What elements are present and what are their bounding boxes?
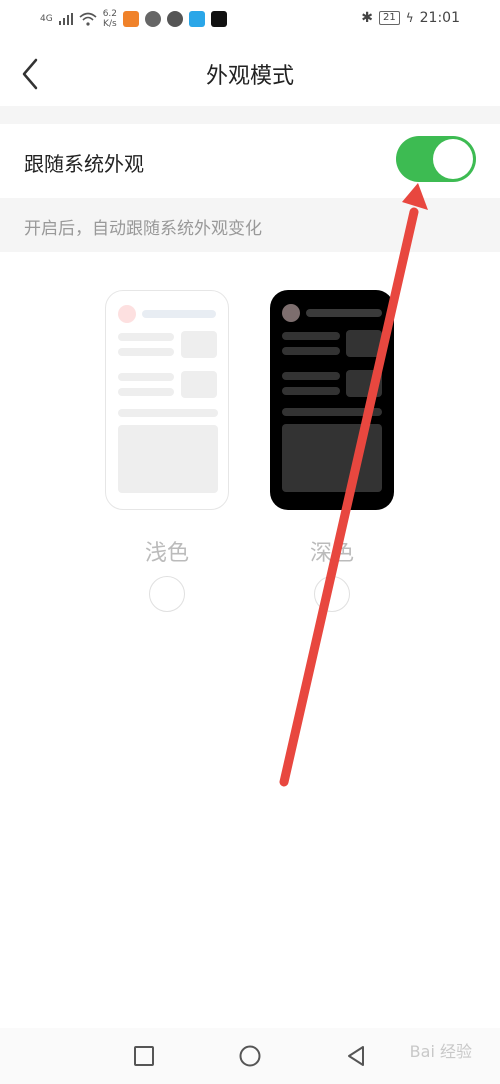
clock: 21:01 bbox=[419, 10, 460, 26]
page-header: 外观模式 bbox=[0, 40, 500, 106]
network-speed: 6.2 K/s bbox=[102, 9, 118, 29]
dark-theme-label: 深色 bbox=[309, 541, 354, 566]
light-theme-label: 浅色 bbox=[144, 541, 189, 566]
preview-thumb bbox=[346, 370, 382, 397]
square-icon bbox=[134, 1046, 154, 1066]
status-right: ✱ 21 ϟ 21:01 bbox=[361, 10, 460, 26]
light-theme-preview[interactable] bbox=[105, 290, 229, 510]
preview-line bbox=[118, 333, 174, 341]
home-button[interactable] bbox=[238, 1044, 262, 1068]
preview-line bbox=[142, 310, 216, 318]
follow-system-label: 跟随系统外观 bbox=[24, 152, 144, 176]
signal-icon bbox=[58, 13, 73, 25]
preview-image bbox=[118, 425, 218, 493]
light-app-icon bbox=[189, 11, 206, 27]
preview-line bbox=[282, 347, 340, 355]
preview-line bbox=[118, 409, 218, 417]
preview-line bbox=[282, 372, 340, 380]
preview-avatar bbox=[118, 305, 136, 323]
toggle-knob bbox=[433, 139, 473, 179]
status-left: 4G 6.2 K/s bbox=[40, 8, 228, 30]
charging-icon: ϟ bbox=[405, 11, 414, 25]
video-app-icon bbox=[123, 11, 140, 27]
page-title: 外观模式 bbox=[205, 64, 294, 89]
preview-thumb bbox=[346, 330, 382, 357]
dark-theme-preview[interactable] bbox=[270, 290, 394, 510]
hint-text: 开启后，自动跟随系统外观变化 bbox=[24, 219, 262, 239]
preview-avatar bbox=[282, 304, 300, 322]
preview-line bbox=[282, 332, 340, 340]
recents-button[interactable] bbox=[132, 1044, 156, 1068]
follow-system-toggle[interactable] bbox=[396, 136, 476, 182]
section-divider bbox=[0, 106, 500, 124]
light-theme-radio[interactable] bbox=[149, 576, 185, 612]
status-bar: 4G 6.2 K/s ✱ 21 ϟ 21:01 bbox=[0, 0, 500, 40]
preview-image bbox=[282, 424, 382, 492]
preview-line bbox=[118, 373, 174, 381]
preview-line bbox=[118, 388, 174, 396]
preview-line bbox=[282, 408, 382, 416]
circle-icon bbox=[239, 1045, 261, 1067]
qq-icon bbox=[145, 11, 162, 27]
watermark: Bai 经验 bbox=[409, 1042, 472, 1061]
preview-thumb bbox=[181, 371, 217, 398]
preview-line bbox=[306, 309, 382, 317]
preview-line bbox=[282, 387, 340, 395]
dark-theme-radio[interactable] bbox=[314, 576, 350, 612]
battery-indicator: 21 bbox=[378, 11, 400, 25]
network-type: 4G bbox=[40, 14, 53, 24]
bluetooth-icon: ✱ bbox=[361, 10, 373, 26]
navigation-bar: Bai 经验 bbox=[0, 1028, 500, 1084]
nav-back-button[interactable] bbox=[344, 1044, 368, 1068]
tiktok-icon bbox=[211, 11, 228, 27]
preview-thumb bbox=[181, 331, 217, 358]
preview-line bbox=[118, 348, 174, 356]
follow-system-row: 跟随系统外观 bbox=[0, 124, 500, 198]
triangle-back-icon bbox=[348, 1046, 364, 1066]
wifi-icon bbox=[79, 12, 97, 26]
follow-system-hint: 开启后，自动跟随系统外观变化 bbox=[0, 198, 500, 252]
browser-icon bbox=[167, 11, 184, 27]
